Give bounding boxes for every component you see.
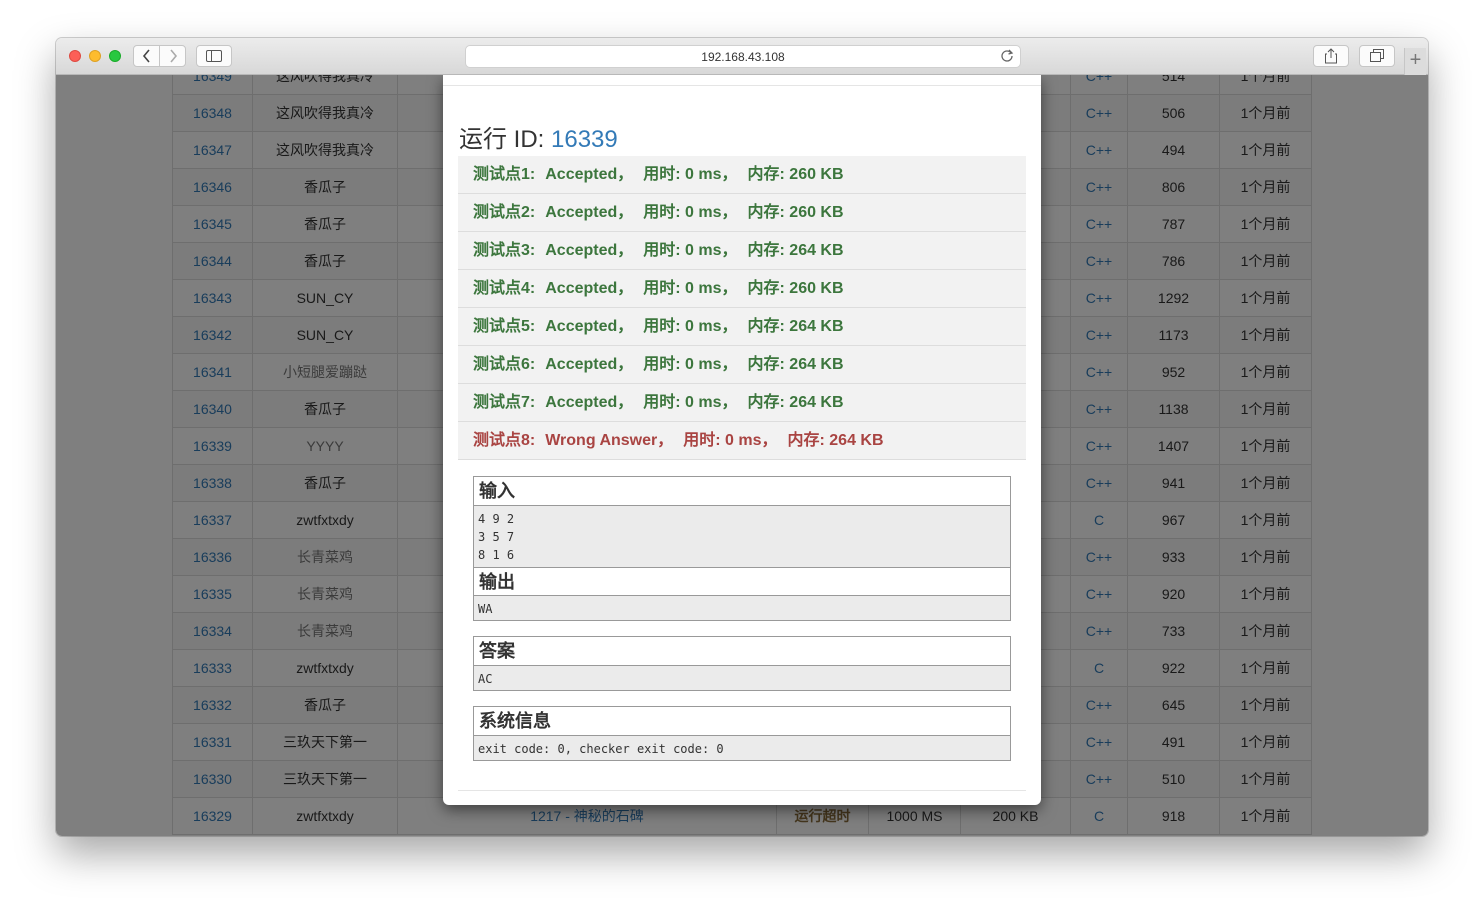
forward-button[interactable] [159,46,185,66]
run-id-label: 运行 ID: [459,126,545,153]
test-case-memory: 内存: 264 KB [747,242,844,259]
title-bar: 192.168.43.108 + [56,38,1428,75]
url-text: 192.168.43.108 [701,50,785,64]
test-case-name: 测试点3: [473,242,536,259]
modal-footer-divider [458,790,1026,791]
zoom-window-button[interactable] [109,50,121,62]
system-info-content: exit code: 0, checker exit code: 0 [474,736,1010,760]
browser-window: 192.168.43.108 + 16349这风吹得我真冷C++5141个月前1… [56,38,1428,836]
test-case-time: 用时: 0 ms， [643,318,738,335]
test-case-row[interactable]: 测试点6: Accepted， 用时: 0 ms， 内存: 264 KB [458,346,1026,384]
reload-icon[interactable] [1000,49,1014,63]
modal-title: 运行 ID: 16339 [459,119,618,154]
test-case-status: Accepted， [545,318,634,335]
test-case-time: 用时: 0 ms， [643,242,738,259]
system-info-heading: 系统信息 [474,707,1010,736]
page-content: 16349这风吹得我真冷C++5141个月前16348这风吹得我真冷C++506… [56,75,1428,836]
test-case-name: 测试点7: [473,394,536,411]
test-case-name: 测试点8: [473,432,536,449]
test-case-time: 用时: 0 ms， [683,432,778,449]
test-case-memory: 内存: 264 KB [747,318,844,335]
sidebar-icon [206,50,222,62]
test-case-time: 用时: 0 ms， [643,204,738,221]
run-detail-modal: 运行 ID: 16339 测试点1: Accepted， 用时: 0 ms， 内存: … [443,75,1041,805]
test-case-memory: 内存: 264 KB [747,356,844,373]
test-case-status: Accepted， [545,166,634,183]
minimize-window-button[interactable] [89,50,101,62]
test-case-name: 测试点2: [473,204,536,221]
system-info-panel: 系统信息 exit code: 0, checker exit code: 0 [473,706,1011,761]
back-button[interactable] [134,46,159,66]
input-content: 4 9 2 3 5 7 8 1 6 [474,506,1010,567]
show-tabs-button[interactable] [1359,45,1395,67]
test-case-name: 测试点6: [473,356,536,373]
test-case-memory: 内存: 264 KB [787,432,884,449]
test-case-name: 测试点5: [473,318,536,335]
run-id-link[interactable]: 16339 [551,126,618,153]
modal-divider [443,85,1041,86]
test-case-row[interactable]: 测试点3: Accepted， 用时: 0 ms， 内存: 264 KB [458,232,1026,270]
test-case-name: 测试点1: [473,166,536,183]
test-case-time: 用时: 0 ms， [643,356,738,373]
output-content: WA [474,596,1010,620]
test-case-time: 用时: 0 ms， [643,166,738,183]
output-heading: 输出 [474,567,1010,596]
test-case-time: 用时: 0 ms， [643,280,738,297]
sidebar-toggle-button[interactable] [196,45,232,67]
test-case-row[interactable]: 测试点5: Accepted， 用时: 0 ms， 内存: 264 KB [458,308,1026,346]
test-case-row[interactable]: 测试点4: Accepted， 用时: 0 ms， 内存: 260 KB [458,270,1026,308]
test-case-time: 用时: 0 ms， [643,394,738,411]
answer-content: AC [474,666,1010,690]
test-case-name: 测试点4: [473,280,536,297]
test-case-status: Accepted， [545,204,634,221]
share-button[interactable] [1313,45,1349,67]
test-case-status: Accepted， [545,280,634,297]
test-case-memory: 内存: 260 KB [747,166,844,183]
test-case-row[interactable]: 测试点7: Accepted， 用时: 0 ms， 内存: 264 KB [458,384,1026,422]
test-case-memory: 内存: 264 KB [747,394,844,411]
test-case-row[interactable]: 测试点2: Accepted， 用时: 0 ms， 内存: 260 KB [458,194,1026,232]
tabs-icon [1370,49,1384,62]
answer-heading: 答案 [474,637,1010,666]
close-window-button[interactable] [69,50,81,62]
input-heading: 输入 [474,477,1010,506]
share-icon [1325,48,1337,64]
back-forward-group [133,45,186,67]
test-case-status: Accepted， [545,242,634,259]
test-case-list: 测试点1: Accepted， 用时: 0 ms， 内存: 260 KB 测试点2: Ac… [458,156,1026,460]
test-case-row[interactable]: 测试点8: Wrong Answer， 用时: 0 ms， 内存: 264 KB [458,422,1026,460]
test-case-status: Wrong Answer， [545,432,674,449]
test-case-status: Accepted， [545,356,634,373]
test-case-memory: 内存: 260 KB [747,280,844,297]
answer-panel: 答案 AC [473,636,1011,691]
test-case-memory: 内存: 260 KB [747,204,844,221]
test-case-status: Accepted， [545,394,634,411]
chevron-left-icon [142,49,150,63]
new-tab-button[interactable]: + [1404,48,1426,75]
address-bar[interactable]: 192.168.43.108 [465,45,1021,68]
io-panel: 输入 4 9 2 3 5 7 8 1 6 输出 WA [473,476,1011,621]
chevron-right-icon [170,49,177,63]
test-case-row[interactable]: 测试点1: Accepted， 用时: 0 ms， 内存: 260 KB [458,156,1026,194]
